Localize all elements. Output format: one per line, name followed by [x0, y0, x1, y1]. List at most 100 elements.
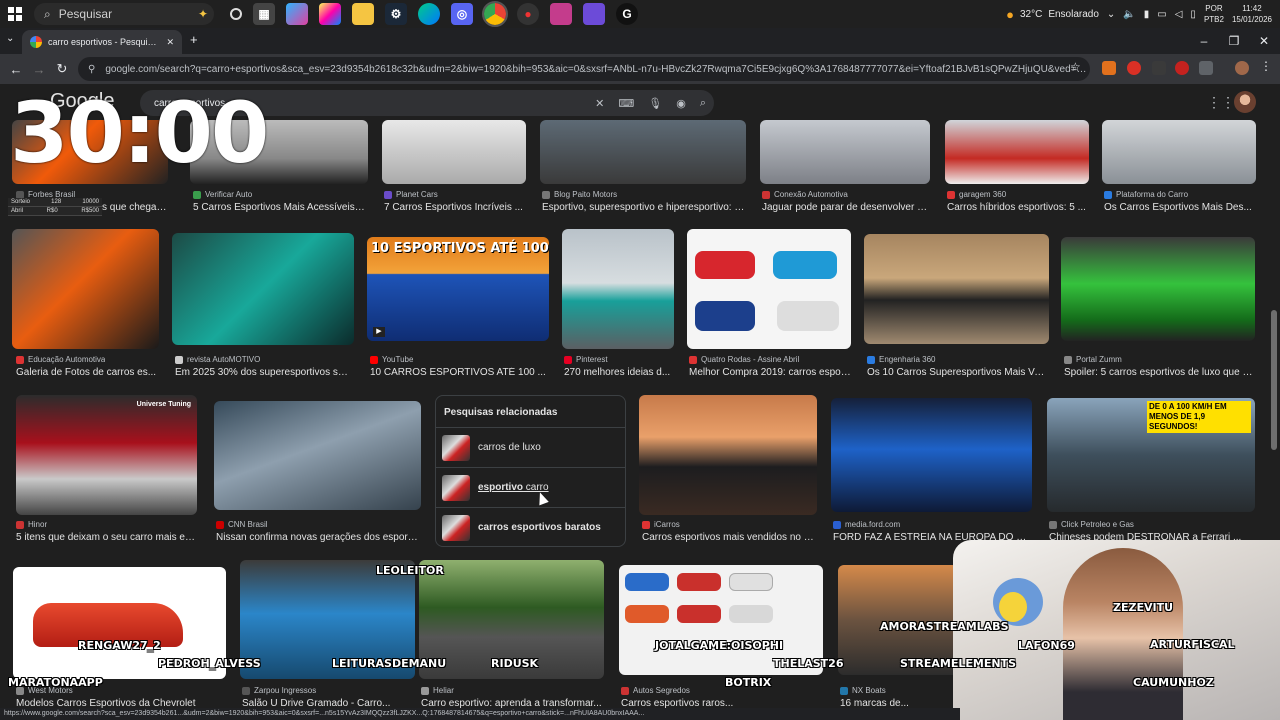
weather-widget[interactable]: ● 32°C Ensolarado: [1006, 7, 1099, 22]
result-caption[interactable]: Jaguar pode parar de desenvolver c...: [762, 202, 930, 213]
image-tile[interactable]: [562, 229, 674, 349]
edge-icon[interactable]: [418, 3, 440, 25]
result-source[interactable]: iCarros: [642, 520, 680, 529]
image-tile[interactable]: [1102, 120, 1256, 184]
volume-icon[interactable]: ◁: [1175, 9, 1183, 20]
result-caption[interactable]: 270 melhores ideias d...: [564, 367, 674, 378]
extension-rec-icon[interactable]: [1175, 61, 1189, 75]
clear-icon[interactable]: ✕: [595, 97, 604, 110]
app-dark-icon[interactable]: G: [616, 3, 638, 25]
result-source[interactable]: Heliar: [421, 686, 454, 695]
result-caption[interactable]: Em 2025 30% dos superesportivos ser...: [175, 367, 353, 378]
image-tile[interactable]: [864, 234, 1049, 344]
restore-button[interactable]: ❐: [1218, 28, 1250, 54]
mic-icon[interactable]: ▮: [1144, 9, 1150, 20]
tab-close-icon[interactable]: ✕: [166, 37, 174, 48]
result-source[interactable]: Verificar Auto: [193, 190, 252, 199]
extensions-puzzle-icon[interactable]: [1199, 61, 1213, 75]
result-source[interactable]: garagem 360: [947, 190, 1006, 199]
tab-active[interactable]: carro esportivos - Pesquisa Goo ✕: [22, 30, 182, 54]
widgets-icon[interactable]: ▦: [253, 3, 275, 25]
chrome-menu-icon[interactable]: ⋮: [1260, 59, 1272, 73]
bookmark-star-icon[interactable]: ☆: [1070, 60, 1081, 74]
image-tile[interactable]: [687, 229, 851, 349]
image-tile[interactable]: [214, 401, 421, 510]
result-source[interactable]: Quatro Rodas - Assine Abril: [689, 355, 799, 364]
copilot-icon[interactable]: [286, 3, 308, 25]
result-source[interactable]: Educação Automotiva: [16, 355, 105, 364]
app-purple-icon[interactable]: [583, 3, 605, 25]
minimize-button[interactable]: –: [1188, 28, 1220, 54]
related-item[interactable]: carros de luxo: [436, 427, 625, 467]
image-tile[interactable]: [945, 120, 1089, 184]
extension-green-icon[interactable]: [1152, 61, 1166, 75]
clock[interactable]: 11:42 15/01/2026: [1232, 3, 1272, 25]
file-explorer-icon[interactable]: [352, 3, 374, 25]
related-item[interactable]: esportivo carro: [436, 467, 625, 507]
image-tile[interactable]: [540, 120, 746, 184]
task-view-icon[interactable]: [230, 8, 242, 20]
close-window-button[interactable]: ✕: [1248, 28, 1280, 54]
new-tab-icon[interactable]: +: [190, 32, 198, 47]
language-indicator[interactable]: POR PTB2: [1204, 3, 1224, 25]
image-tile[interactable]: 10 ESPORTIVOS ATÉ 100 K ▶: [367, 237, 549, 341]
result-caption[interactable]: Carros esportivos mais vendidos no B...: [642, 532, 816, 543]
result-source[interactable]: revista AutoMOTIVO: [175, 355, 260, 364]
result-source[interactable]: Planet Cars: [384, 190, 438, 199]
speaker-icon[interactable]: 🔈: [1123, 9, 1135, 20]
page-scrollbar[interactable]: [1271, 310, 1277, 450]
reload-icon[interactable]: ↻: [50, 54, 74, 84]
account-avatar[interactable]: [1234, 91, 1256, 113]
image-tile[interactable]: Universe Tuning: [16, 395, 197, 515]
taskbar-search[interactable]: ⌕ Pesquisar ✦: [34, 3, 214, 25]
chevron-up-icon[interactable]: ⌄: [1107, 9, 1115, 20]
result-caption[interactable]: Nissan confirma novas gerações dos espor…: [216, 532, 420, 543]
steam-icon[interactable]: ⚙: [385, 3, 407, 25]
tab-search-icon[interactable]: ⌄: [6, 33, 14, 44]
obs-record-icon[interactable]: ●: [517, 3, 539, 25]
extension-fox-icon[interactable]: [1102, 61, 1116, 75]
image-tile[interactable]: [172, 233, 354, 345]
lens-icon[interactable]: ◉: [676, 97, 686, 110]
result-source[interactable]: Click Petroleo e Gas: [1049, 520, 1134, 529]
keyboard-icon[interactable]: ⌨: [618, 97, 634, 110]
forward-icon[interactable]: →: [27, 54, 51, 84]
mic-icon[interactable]: 🎙: [648, 97, 662, 110]
result-caption[interactable]: Galeria de Fotos de carros es...: [16, 367, 158, 378]
discord-icon[interactable]: ◎: [451, 3, 473, 25]
search-icon[interactable]: ⌕: [700, 97, 706, 110]
result-source[interactable]: Zarpou Ingressos: [242, 686, 316, 695]
app-pink-icon[interactable]: [550, 3, 572, 25]
result-caption[interactable]: 7 Carros Esportivos Incríveis ...: [384, 202, 524, 213]
result-caption[interactable]: 5 Carros Esportivos Mais Acessíveis n...: [193, 202, 365, 213]
result-source[interactable]: media.ford.com: [833, 520, 900, 529]
image-tile[interactable]: DE 0 A 100 KM/H EM MENOS DE 1,9 SEGUNDOS…: [1047, 398, 1255, 512]
image-tile[interactable]: [831, 398, 1032, 512]
image-tile[interactable]: [12, 229, 159, 349]
result-source[interactable]: Engenharia 360: [867, 355, 936, 364]
result-source[interactable]: Autos Segredos: [621, 686, 690, 695]
extension-red-icon[interactable]: [1127, 61, 1141, 75]
result-source[interactable]: Plataforma do Carro: [1104, 190, 1188, 199]
image-tile[interactable]: [1061, 237, 1255, 341]
result-source[interactable]: NX Boats: [840, 686, 886, 695]
result-source[interactable]: Hinor: [16, 520, 47, 529]
result-source[interactable]: CNN Brasil: [216, 520, 268, 529]
result-source[interactable]: Blog Paito Motors: [542, 190, 617, 199]
result-caption[interactable]: Esportivo, superesportivo e hiperesporti…: [542, 202, 746, 213]
image-tile[interactable]: [382, 120, 526, 184]
result-caption[interactable]: Melhor Compra 2019: carros espor...: [689, 367, 851, 378]
result-caption[interactable]: Carros híbridos esportivos: 5 ...: [947, 202, 1089, 213]
address-bar[interactable]: ⚲ google.com/search?q=carro+esportivos&s…: [78, 57, 1090, 81]
result-caption[interactable]: Os Carros Esportivos Mais Des...: [1104, 202, 1254, 213]
result-caption[interactable]: 10 CARROS ESPORTIVOS ATÉ 100 ...: [370, 367, 548, 378]
result-caption[interactable]: Os 10 Carros Superesportivos Mais Vel...: [867, 367, 1047, 378]
result-source[interactable]: Pinterest: [564, 355, 608, 364]
related-item[interactable]: carros esportivos baratos: [436, 507, 625, 547]
image-tile[interactable]: [639, 395, 817, 515]
result-caption[interactable]: Spoiler: 5 carros esportivos de luxo que…: [1064, 367, 1254, 378]
back-icon[interactable]: ←: [4, 54, 28, 84]
result-caption[interactable]: s que chegam ...: [102, 202, 172, 213]
network-icon[interactable]: ▭: [1157, 9, 1166, 20]
result-source[interactable]: Portal Zumm: [1064, 355, 1122, 364]
